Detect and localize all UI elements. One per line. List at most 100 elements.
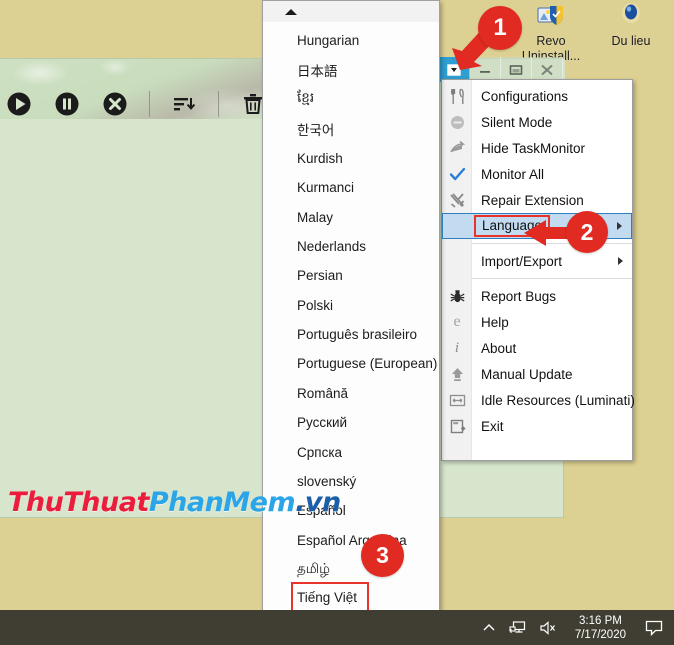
checkmark-icon (442, 161, 472, 187)
chevron-up-icon (483, 623, 495, 630)
step-badge-number: 1 (493, 14, 507, 41)
menu-item-label: Manual Update (481, 366, 573, 382)
language-label: Nederlands (297, 238, 367, 254)
play-icon (7, 92, 31, 116)
language-item-portuguese-european[interactable]: Portuguese (European) (297, 349, 439, 378)
language-label: Kurmanci (297, 180, 355, 196)
sort-descending-icon (174, 98, 196, 111)
language-label: Malay (297, 209, 334, 225)
language-submenu: Hungarian 日本語 ខ្មែរ 한국어 Kurdish Kurmanci… (262, 0, 440, 645)
action-center-button[interactable] (644, 619, 664, 637)
menu-item-label: Report Bugs (481, 288, 557, 304)
language-label: ខ្មែរ (297, 90, 315, 106)
menu-item-repair-extension[interactable]: Repair Extension (442, 187, 632, 213)
submenu-arrow-icon (618, 257, 623, 265)
language-label: Tiếng Việt (297, 589, 358, 605)
menu-item-label: Exit (481, 418, 504, 434)
exit-icon (442, 413, 472, 439)
taskbar-clock[interactable]: 3:16 PM 7/17/2020 (569, 614, 632, 642)
menu-item-label: Configurations (481, 88, 569, 104)
network-icon (509, 620, 525, 633)
menu-item-label: Monitor All (481, 166, 545, 182)
menu-icon-placeholder (442, 248, 472, 274)
volume-button[interactable] (539, 620, 557, 636)
show-hidden-icons-button[interactable] (481, 620, 497, 636)
language-item-russian[interactable]: Русский (297, 408, 439, 437)
step-badge-2: 2 (566, 211, 608, 253)
language-label: Hungarian (297, 33, 360, 49)
language-label: Persian (297, 268, 343, 284)
help-e-icon: e (453, 313, 461, 330)
language-item-nederlands[interactable]: Nederlands (297, 232, 439, 261)
taskbar: 3:16 PM 7/17/2020 (0, 610, 674, 645)
language-label: தமிழ் (297, 560, 330, 576)
menu-item-hide-taskmonitor[interactable]: Hide TaskMonitor (442, 135, 632, 161)
step-badge-number: 3 (376, 542, 389, 568)
language-item-srpska[interactable]: Српска (297, 437, 439, 466)
language-label: Русский (297, 415, 348, 431)
language-item-persian[interactable]: Persian (297, 261, 439, 290)
language-label: Português brasileiro (297, 327, 418, 343)
menu-icon-placeholder (443, 213, 473, 239)
menu-item-silent-mode[interactable]: Silent Mode (442, 109, 632, 135)
pause-button[interactable] (43, 84, 91, 124)
menu-item-label: Silent Mode (481, 114, 553, 130)
language-item-polski[interactable]: Polski (297, 291, 439, 320)
desktop-icon-du-lieu[interactable]: Du lieu (588, 0, 674, 49)
volume-muted-icon (540, 620, 555, 635)
language-item-portugues-brasileiro[interactable]: Português brasileiro (297, 320, 439, 349)
watermark-part-3: .vn (295, 487, 341, 518)
menu-item-label: Help (481, 314, 509, 330)
circle-minus-icon (442, 109, 472, 135)
scroll-up-arrow[interactable] (263, 1, 439, 22)
play-button[interactable] (0, 84, 43, 124)
step-badge-3: 3 (361, 534, 404, 577)
chevron-up-icon (285, 8, 297, 15)
menu-item-exit[interactable]: Exit (442, 413, 632, 439)
wrench-screwdriver-icon (442, 187, 472, 213)
language-item-kurdish[interactable]: Kurdish (297, 144, 439, 173)
language-item-japanese[interactable]: 日本語 (297, 55, 439, 84)
tools-fork-icon (442, 83, 472, 109)
close-x-icon (541, 64, 553, 75)
language-label: Kurdish (297, 150, 343, 166)
language-item-korean[interactable]: 한국어 (297, 114, 439, 143)
tray-context-menu: Configurations Silent Mode Hide TaskMoni… (441, 79, 635, 461)
submenu-arrow-icon (617, 222, 622, 230)
menu-item-configurations[interactable]: Configurations (442, 83, 632, 109)
menu-item-idle-resources[interactable]: Idle Resources (Luminati) (442, 387, 635, 413)
language-item-kurmanci[interactable]: Kurmanci (297, 173, 439, 202)
network-button[interactable] (509, 620, 527, 636)
toolbar-separator (218, 91, 219, 117)
menu-item-about[interactable]: i About (442, 335, 632, 361)
sort-button[interactable] (160, 84, 208, 124)
language-label: Српска (297, 444, 343, 460)
menu-item-label: About (481, 340, 517, 356)
info-i-icon: i (454, 339, 460, 356)
language-item-tieng-viet[interactable]: Tiếng Việt (291, 582, 369, 613)
step-badge-1: 1 (478, 6, 522, 50)
desktop-icon-label: Revo (536, 34, 566, 48)
language-item-khmer[interactable]: ខ្មែរ (297, 85, 439, 114)
language-list: Hungarian 日本語 ខ្មែរ 한국어 Kurdish Kurmanci… (263, 22, 439, 645)
desktop-screen: Revo Uninstall... Du lieu Configurations… (0, 0, 674, 645)
clock-time: 3:16 PM (579, 614, 622, 627)
language-item-romana[interactable]: Română (297, 379, 439, 408)
watermark-part-1: ThuThuat (8, 487, 149, 518)
menu-separator (472, 278, 632, 279)
menu-item-report-bugs[interactable]: Report Bugs (442, 283, 632, 309)
menu-item-monitor-all[interactable]: Monitor All (442, 161, 632, 187)
stop-button[interactable] (91, 84, 139, 124)
clock-date: 7/17/2020 (574, 628, 626, 641)
arrow-hide-icon (442, 135, 472, 161)
system-tray: 3:16 PM 7/17/2020 (481, 614, 674, 642)
language-item-malay[interactable]: Malay (297, 202, 439, 231)
language-item-hungarian[interactable]: Hungarian (297, 26, 439, 55)
resize-icon (442, 387, 472, 413)
menu-item-help[interactable]: e Help (442, 309, 632, 335)
menu-item-manual-update[interactable]: Manual Update (442, 361, 632, 387)
step-badge-number: 2 (580, 218, 594, 245)
pause-icon (55, 92, 79, 116)
arrow-up-update-icon (442, 361, 472, 387)
menu-item-label: Import/Export (481, 253, 563, 269)
